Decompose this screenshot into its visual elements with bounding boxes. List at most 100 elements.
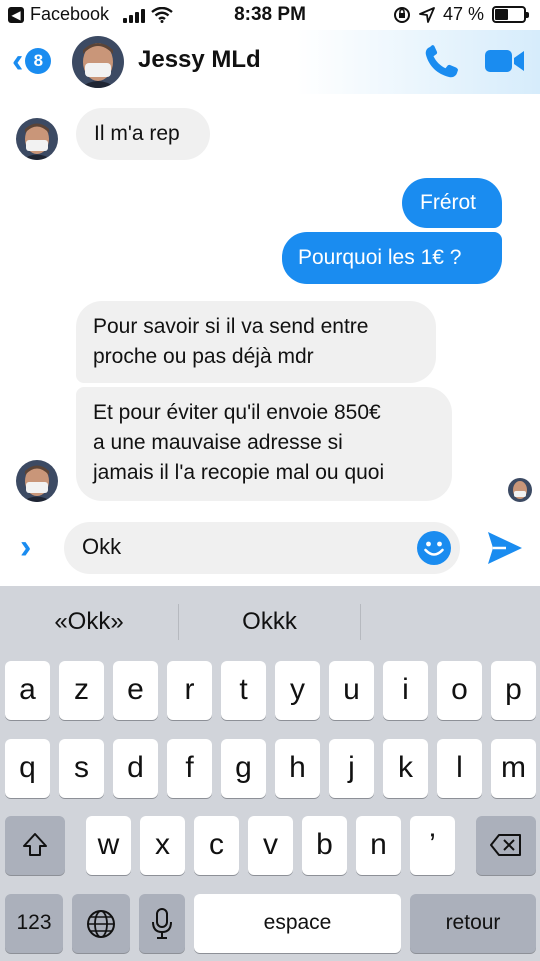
key-n[interactable]: n: [356, 816, 401, 875]
read-receipt-avatar: [508, 478, 532, 502]
message-composer: › Okk: [0, 518, 540, 584]
key-label: x: [155, 828, 170, 861]
key-label: y: [290, 673, 305, 706]
key-label: m: [501, 751, 526, 784]
key-label: w: [97, 828, 120, 861]
message-input-text: Okk: [82, 534, 122, 559]
suggestion-bar: «Okk» Okkk: [0, 586, 540, 656]
key-c[interactable]: c: [194, 816, 239, 875]
key-f[interactable]: f: [167, 739, 212, 798]
key-w[interactable]: w: [86, 816, 131, 875]
keyboard: «Okk» Okkk a z e r t y u i o p q s d f g…: [0, 586, 540, 961]
key-m[interactable]: m: [491, 739, 536, 798]
key-i[interactable]: i: [383, 661, 428, 720]
key-label: j: [348, 751, 355, 784]
battery-percent: 47 %: [442, 4, 484, 24]
key-k[interactable]: k: [383, 739, 428, 798]
back-button[interactable]: ‹ 8: [12, 42, 52, 80]
key-label: h: [289, 751, 306, 784]
delete-key[interactable]: [476, 816, 536, 875]
contact-avatar[interactable]: [72, 36, 124, 88]
key-x[interactable]: x: [140, 816, 185, 875]
key-b[interactable]: b: [302, 816, 347, 875]
numbers-key[interactable]: 123: [5, 894, 63, 953]
globe-icon: [87, 910, 115, 938]
key-label: l: [456, 751, 463, 784]
key-label: c: [209, 828, 224, 861]
key-apostrophe[interactable]: ’: [410, 816, 455, 875]
message-bubble-incoming[interactable]: Et pour éviter qu'il envoie 850€ a une m…: [76, 387, 452, 501]
key-label: p: [505, 673, 522, 706]
avatar-image: [508, 478, 532, 502]
message-bubble-incoming[interactable]: Il m'a rep: [76, 108, 210, 160]
status-right: 47 %: [393, 4, 529, 25]
chevron-right-icon[interactable]: ›: [20, 528, 31, 567]
key-y[interactable]: y: [275, 661, 320, 720]
shift-key[interactable]: [5, 816, 65, 875]
key-g[interactable]: g: [221, 739, 266, 798]
status-bar: ◀ Facebook 8:38 PM 47 %: [0, 0, 540, 30]
location-arrow-icon: [419, 6, 435, 23]
key-j[interactable]: j: [329, 739, 374, 798]
key-a[interactable]: a: [5, 661, 50, 720]
message-text: Pourquoi les 1€ ?: [298, 246, 462, 269]
key-u[interactable]: u: [329, 661, 374, 720]
avatar-image: [16, 460, 58, 502]
send-icon[interactable]: [486, 530, 524, 566]
key-label: o: [451, 673, 468, 706]
battery-icon: [492, 6, 529, 23]
emoji-icon[interactable]: [416, 530, 452, 566]
key-label: e: [127, 673, 144, 706]
key-label: espace: [263, 911, 332, 934]
backspace-icon: [490, 834, 521, 856]
suggestion-divider: [360, 604, 361, 640]
microphone-icon: [152, 908, 172, 939]
message-bubble-outgoing[interactable]: Frérot: [402, 178, 502, 228]
key-d[interactable]: d: [113, 739, 158, 798]
orientation-lock-icon: [393, 6, 410, 23]
message-bubble-incoming[interactable]: Pour savoir si il va send entre proche o…: [76, 301, 436, 383]
space-key[interactable]: espace: [194, 894, 401, 953]
message-text-line: Pour savoir si il va send entre: [93, 315, 369, 338]
key-label: t: [239, 673, 248, 706]
avatar-image: [16, 118, 58, 160]
key-label: n: [370, 828, 387, 861]
key-label: f: [185, 751, 194, 784]
phone-call-icon[interactable]: [422, 44, 462, 80]
unread-count-badge: 8: [25, 48, 52, 74]
key-o[interactable]: o: [437, 661, 482, 720]
key-p[interactable]: p: [491, 661, 536, 720]
key-s[interactable]: s: [59, 739, 104, 798]
return-key[interactable]: retour: [410, 894, 536, 953]
key-z[interactable]: z: [59, 661, 104, 720]
key-l[interactable]: l: [437, 739, 482, 798]
key-label: k: [398, 751, 413, 784]
key-q[interactable]: q: [5, 739, 50, 798]
key-label: g: [235, 751, 252, 784]
key-label: i: [402, 673, 409, 706]
key-e[interactable]: e: [113, 661, 158, 720]
key-t[interactable]: t: [221, 661, 266, 720]
key-label: u: [343, 673, 360, 706]
shift-arrow-icon: [23, 833, 47, 856]
message-bubble-outgoing[interactable]: Pourquoi les 1€ ?: [282, 232, 502, 284]
video-call-icon[interactable]: [484, 46, 526, 76]
message-text: Frérot: [420, 191, 477, 214]
key-label: r: [184, 673, 195, 706]
globe-key[interactable]: [72, 894, 130, 953]
key-label: ’: [429, 828, 436, 861]
key-v[interactable]: v: [248, 816, 293, 875]
chat-header: ‹ 8 Jessy MLd: [0, 30, 540, 94]
sender-avatar[interactable]: [16, 118, 58, 160]
key-label: retour: [445, 911, 501, 934]
chevron-left-icon: ‹: [12, 42, 24, 80]
suggestion-2[interactable]: Okkk: [179, 608, 360, 636]
avatar-image: [72, 36, 124, 88]
sender-avatar[interactable]: [16, 460, 58, 502]
key-h[interactable]: h: [275, 739, 320, 798]
suggestion-1[interactable]: «Okk»: [0, 608, 178, 636]
key-r[interactable]: r: [167, 661, 212, 720]
contact-name[interactable]: Jessy MLd: [138, 46, 261, 74]
dictation-key[interactable]: [139, 894, 185, 953]
message-input[interactable]: Okk: [64, 522, 460, 574]
